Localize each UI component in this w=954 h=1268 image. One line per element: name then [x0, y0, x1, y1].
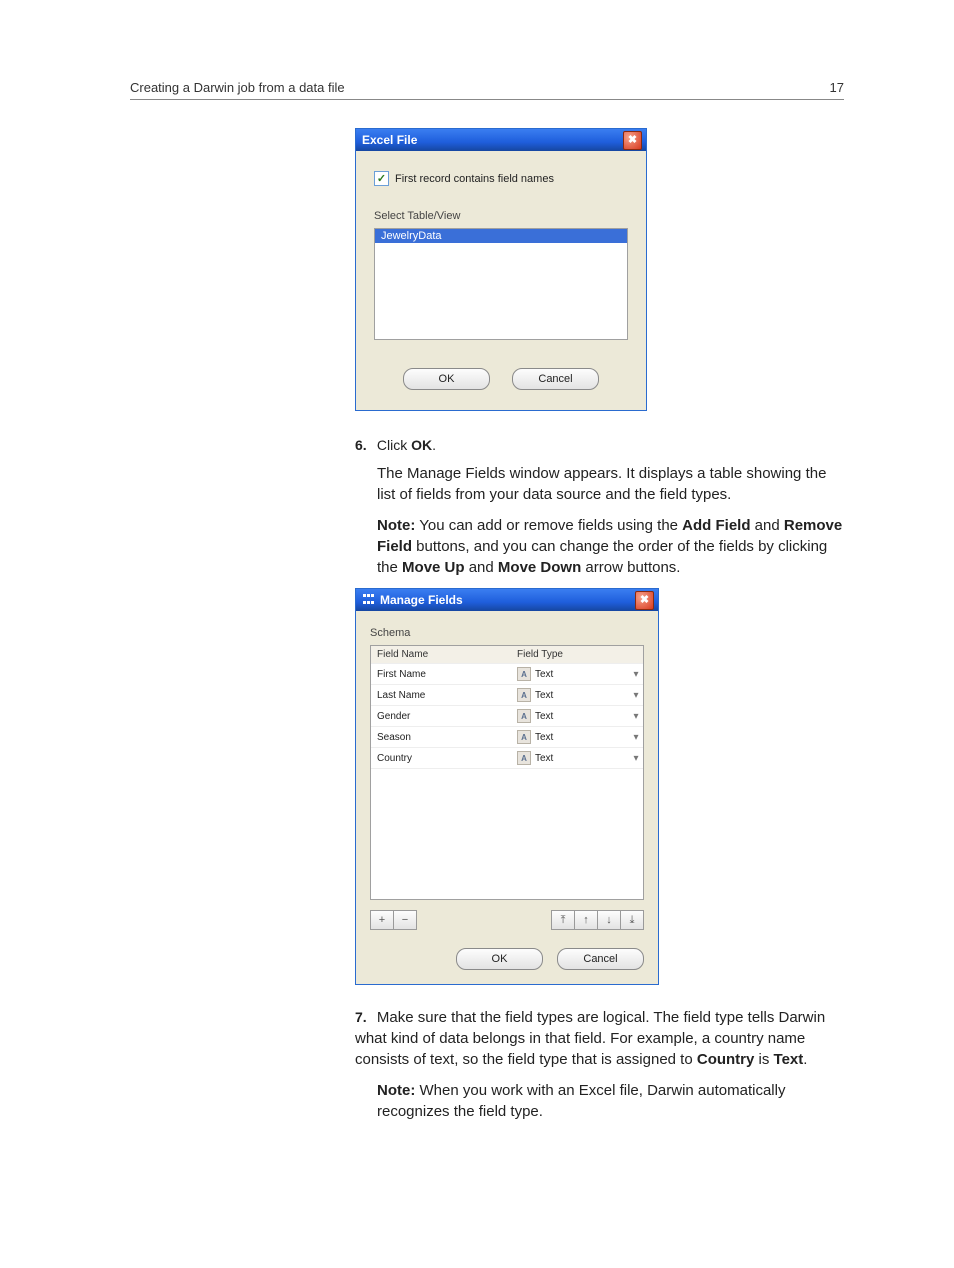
manage-fields-dialog: Manage Fields ✖ Schema Field Name Field …: [355, 588, 659, 985]
col-field-type: Field Type: [513, 646, 629, 663]
schema-label: Schema: [370, 627, 644, 639]
field-type-cell[interactable]: AText: [513, 664, 629, 684]
table-row[interactable]: SeasonAText▾: [371, 727, 643, 748]
field-name-cell: Country: [371, 750, 513, 767]
move-up-button[interactable]: ↑: [575, 910, 598, 930]
field-type-cell[interactable]: AText: [513, 685, 629, 705]
dialog-title: Manage Fields: [380, 593, 463, 607]
step-text: Click OK.: [377, 437, 436, 453]
step7-note: Note: When you work with an Excel file, …: [377, 1080, 844, 1122]
page-header: Creating a Darwin job from a data file 1…: [130, 80, 844, 100]
step6-para1: The Manage Fields window appears. It dis…: [377, 463, 844, 505]
dialog-titlebar: Excel File ✖: [356, 129, 646, 151]
move-down-button[interactable]: ↓: [598, 910, 621, 930]
table-row[interactable]: First NameAText▾: [371, 664, 643, 685]
table-row[interactable]: CountryAText▾: [371, 748, 643, 769]
step6-note: Note: You can add or remove fields using…: [377, 515, 844, 578]
step7-text: Make sure that the field types are logic…: [355, 1009, 825, 1068]
field-name-cell: Season: [371, 729, 513, 746]
remove-field-button[interactable]: −: [394, 910, 417, 930]
field-name-cell: Last Name: [371, 687, 513, 704]
cancel-button[interactable]: Cancel: [557, 948, 644, 970]
close-icon[interactable]: ✖: [623, 131, 642, 150]
col-field-name: Field Name: [371, 646, 513, 663]
table-row[interactable]: Last NameAText▾: [371, 685, 643, 706]
field-type-cell[interactable]: AText: [513, 727, 629, 747]
ok-button[interactable]: OK: [456, 948, 543, 970]
close-icon[interactable]: ✖: [635, 591, 654, 610]
step-number: 6.: [355, 437, 373, 453]
chevron-down-icon[interactable]: ▾: [629, 669, 643, 680]
move-top-button[interactable]: ⤒: [551, 910, 575, 930]
step-number: 7.: [355, 1009, 373, 1025]
text-type-icon: A: [517, 730, 531, 744]
schema-table: Field Name Field Type First NameAText▾La…: [370, 645, 644, 900]
app-icon: [362, 593, 376, 607]
header-title: Creating a Darwin job from a data file: [130, 80, 345, 95]
select-table-label: Select Table/View: [374, 210, 628, 222]
dialog-titlebar: Manage Fields ✖: [356, 589, 658, 611]
table-header: Field Name Field Type: [371, 646, 643, 664]
chevron-down-icon[interactable]: ▾: [629, 711, 643, 722]
table-row[interactable]: GenderAText▾: [371, 706, 643, 727]
ok-button[interactable]: OK: [403, 368, 490, 390]
field-type-cell[interactable]: AText: [513, 706, 629, 726]
text-type-icon: A: [517, 688, 531, 702]
field-name-cell: First Name: [371, 666, 513, 683]
chevron-down-icon[interactable]: ▾: [629, 753, 643, 764]
list-item[interactable]: JewelryData: [375, 229, 627, 243]
chevron-down-icon[interactable]: ▾: [629, 732, 643, 743]
checkbox-label: First record contains field names: [395, 173, 554, 185]
dialog-title: Excel File: [362, 133, 417, 147]
text-type-icon: A: [517, 667, 531, 681]
chevron-down-icon[interactable]: ▾: [629, 690, 643, 701]
add-field-button[interactable]: +: [370, 910, 394, 930]
move-bottom-button[interactable]: ⤓: [621, 910, 644, 930]
field-name-cell: Gender: [371, 708, 513, 725]
page-number: 17: [830, 80, 844, 95]
first-record-checkbox[interactable]: ✓: [374, 171, 389, 186]
excel-file-dialog: Excel File ✖ ✓ First record contains fie…: [355, 128, 647, 411]
cancel-button[interactable]: Cancel: [512, 368, 599, 390]
field-type-cell[interactable]: AText: [513, 748, 629, 768]
table-listbox[interactable]: JewelryData: [374, 228, 628, 340]
text-type-icon: A: [517, 751, 531, 765]
text-type-icon: A: [517, 709, 531, 723]
